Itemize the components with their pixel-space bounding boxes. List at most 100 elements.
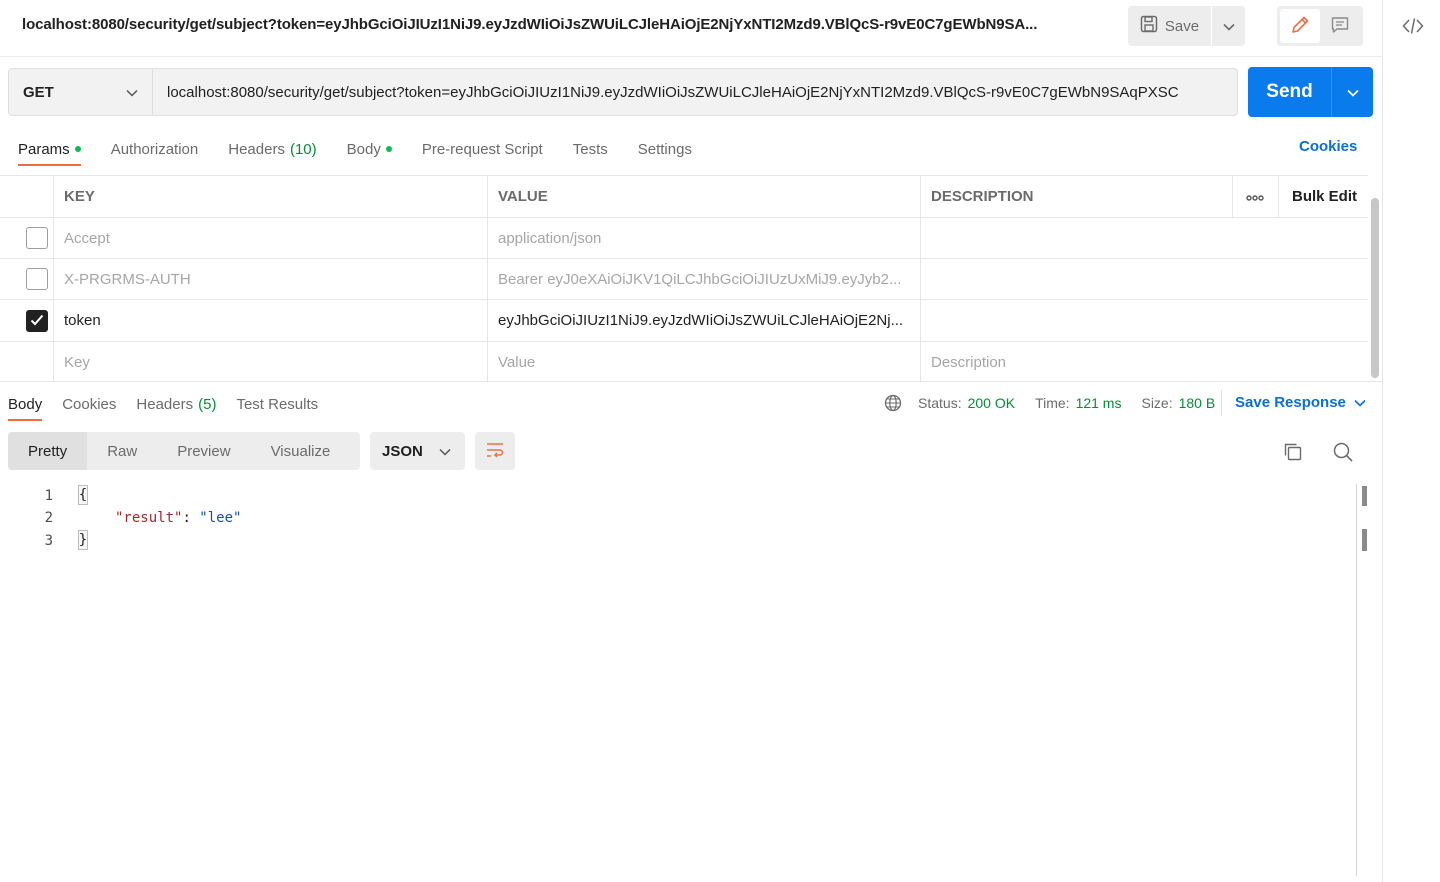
method-select[interactable]: GET	[8, 68, 153, 116]
save-button[interactable]: Save	[1128, 6, 1212, 46]
view-preview[interactable]: Preview	[157, 432, 250, 470]
param-description[interactable]	[920, 218, 1368, 258]
active-tab-underline	[8, 419, 43, 421]
column-header-description: DESCRIPTION	[931, 188, 1034, 205]
code-line: 3 }	[0, 529, 600, 552]
editor-scroll-marker[interactable]	[1362, 486, 1367, 506]
status-value[interactable]: 200 OK	[968, 395, 1015, 411]
table-row: Accept application/json	[0, 217, 1368, 258]
tab-label: Headers	[136, 395, 194, 413]
divider	[0, 381, 1382, 382]
chevron-down-icon	[1222, 18, 1235, 34]
tab-body[interactable]: Body	[347, 138, 392, 160]
tab-pre-request-script[interactable]: Pre-request Script	[422, 138, 543, 160]
view-raw[interactable]: Raw	[87, 432, 157, 470]
time-label: Time:	[1035, 395, 1070, 411]
json-pair: "result": "lee"	[115, 510, 241, 526]
more-options-button[interactable]	[1232, 176, 1278, 217]
params-scrollbar[interactable]	[1371, 198, 1379, 378]
divider	[0, 56, 1382, 57]
edit-mode-button[interactable]	[1280, 9, 1320, 43]
tab-label: Test Results	[236, 395, 319, 413]
view-pretty[interactable]: Pretty	[8, 432, 88, 470]
tab-label: Body	[346, 140, 381, 158]
tab-response-body[interactable]: Body	[8, 393, 43, 421]
editor-scroll-marker[interactable]	[1362, 529, 1367, 551]
comment-icon	[1330, 15, 1350, 38]
more-horizontal-icon	[1246, 188, 1264, 205]
tab-settings[interactable]: Settings	[638, 138, 692, 160]
tab-tests[interactable]: Tests	[573, 138, 608, 160]
tab-label: Authorization	[110, 140, 199, 158]
tab-headers[interactable]: Headers (10)	[228, 138, 316, 160]
editor-scrollbar-track	[1356, 484, 1357, 876]
send-options-button[interactable]	[1332, 67, 1373, 117]
chevron-down-icon	[126, 84, 138, 101]
column-header-key: KEY	[64, 188, 95, 205]
time-value[interactable]: 121 ms	[1076, 395, 1122, 411]
active-tab-underline	[18, 164, 81, 166]
json-value: "lee"	[199, 509, 242, 526]
cookies-link[interactable]: Cookies	[1299, 138, 1357, 155]
send-button-group: Send	[1248, 67, 1373, 117]
status-label: Status:	[918, 395, 962, 411]
wrap-lines-button[interactable]	[475, 432, 515, 470]
headers-count: (5)	[198, 395, 217, 413]
comments-mode-button[interactable]	[1320, 9, 1360, 43]
tab-label: Tests	[572, 140, 608, 158]
param-value[interactable]: eyJhbGciOiJIUzI1NiJ9.eyJzdWIiOiJsZWUiLCJ…	[487, 300, 920, 341]
param-description[interactable]	[920, 259, 1368, 299]
table-row: token eyJhbGciOiJIUzI1NiJ9.eyJzdWIiOiJsZ…	[0, 299, 1368, 341]
param-description[interactable]	[920, 300, 1368, 341]
open-brace: {	[78, 485, 88, 505]
url-input[interactable]: localhost:8080/security/get/subject?toke…	[152, 68, 1238, 116]
bulk-edit-button[interactable]: Bulk Edit	[1278, 176, 1368, 217]
new-description-input[interactable]: Description	[920, 342, 1368, 382]
mode-toggle	[1277, 6, 1363, 46]
tab-label: Headers	[228, 140, 285, 158]
code-line: 2 "result": "lee"	[0, 506, 600, 529]
right-sidebar-divider	[1382, 0, 1383, 882]
table-row: X-PRGRMS-AUTH Bearer eyJ0eXAiOiJKV1QiLCJ…	[0, 258, 1368, 299]
save-icon	[1140, 15, 1158, 37]
view-visualize[interactable]: Visualize	[251, 432, 351, 470]
tab-label: Params	[18, 140, 70, 158]
row-checkbox-checked[interactable]	[26, 310, 48, 332]
save-options-button[interactable]	[1212, 6, 1245, 46]
json-key: "result"	[115, 509, 183, 526]
format-select[interactable]: JSON	[370, 432, 465, 470]
save-response-button[interactable]: Save Response	[1235, 394, 1366, 411]
search-icon[interactable]	[1332, 441, 1354, 466]
request-tabs: Params Authorization Headers (10) Body P…	[18, 138, 692, 168]
chevron-down-icon	[439, 443, 451, 460]
pencil-icon	[1290, 15, 1310, 38]
checkmark-icon	[30, 313, 44, 329]
tab-authorization[interactable]: Authorization	[111, 138, 199, 160]
code-line: 1 {	[0, 484, 600, 507]
tab-test-results[interactable]: Test Results	[236, 393, 318, 415]
param-key[interactable]: token	[53, 300, 487, 341]
param-key[interactable]: X-PRGRMS-AUTH	[53, 259, 487, 299]
request-title[interactable]: localhost:8080/security/get/subject?toke…	[22, 16, 1092, 33]
params-table: KEY VALUE DESCRIPTION Bulk Edit Accept a…	[0, 175, 1368, 382]
tab-params[interactable]: Params	[18, 138, 81, 166]
tab-response-cookies[interactable]: Cookies	[62, 393, 116, 415]
param-key[interactable]: Accept	[53, 218, 487, 258]
code-icon[interactable]	[1401, 16, 1425, 36]
new-key-input[interactable]: Key	[53, 342, 487, 382]
globe-icon[interactable]	[884, 394, 902, 412]
copy-icon[interactable]	[1282, 441, 1304, 466]
active-indicator-dot	[74, 146, 81, 152]
response-tabs: Body Cookies Headers (5) Test Results	[8, 393, 318, 423]
row-checkbox[interactable]	[26, 227, 48, 249]
tab-label: Cookies	[62, 395, 117, 413]
new-value-input[interactable]: Value	[487, 342, 920, 382]
column-header-value: VALUE	[498, 188, 548, 205]
size-value[interactable]: 180 B	[1179, 395, 1216, 411]
line-number: 2	[44, 509, 53, 526]
param-value[interactable]: application/json	[487, 218, 920, 258]
send-button[interactable]: Send	[1248, 67, 1332, 117]
row-checkbox[interactable]	[26, 268, 48, 290]
tab-response-headers[interactable]: Headers (5)	[136, 393, 216, 415]
param-value[interactable]: Bearer eyJ0eXAiOiJKV1QiLCJhbGciOiJIUzUxM…	[487, 259, 920, 299]
